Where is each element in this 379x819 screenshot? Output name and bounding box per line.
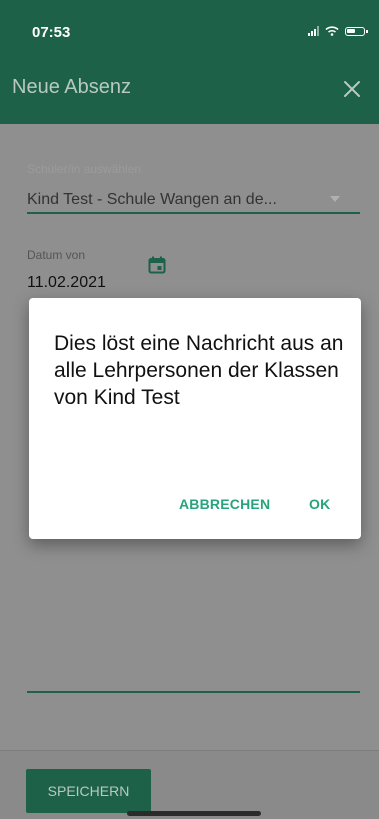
confirmation-dialog: Dies löst eine Nachricht aus an alle Leh… [29,298,361,539]
student-select[interactable]: Kind Test - Schule Wangen an de... [27,191,277,209]
date-from-field[interactable]: 11.02.2021 [27,274,106,292]
dialog-message: Dies löst eine Nachricht aus an alle Leh… [54,332,344,409]
student-select-underline [27,212,360,214]
date-from-label: Datum von [27,248,86,262]
home-indicator [127,811,261,816]
close-icon[interactable] [337,74,367,104]
ok-button[interactable]: OK [309,496,330,512]
text-field-underline [27,691,360,693]
cancel-button[interactable]: ABBRECHEN [179,496,270,512]
status-time: 07:53 [32,24,71,41]
wifi-icon [325,26,339,36]
chevron-down-icon [330,196,340,202]
calendar-icon[interactable] [148,256,166,274]
app-bar: Neue Absenz [0,60,379,124]
signal-icon [308,26,319,36]
status-icons [308,26,368,36]
battery-icon [345,26,368,36]
student-select-label: Schüler/in auswählen [27,162,142,176]
page-title: Neue Absenz [12,76,131,98]
status-bar: 07:53 [0,0,379,60]
save-button[interactable]: SPEICHERN [26,769,151,813]
